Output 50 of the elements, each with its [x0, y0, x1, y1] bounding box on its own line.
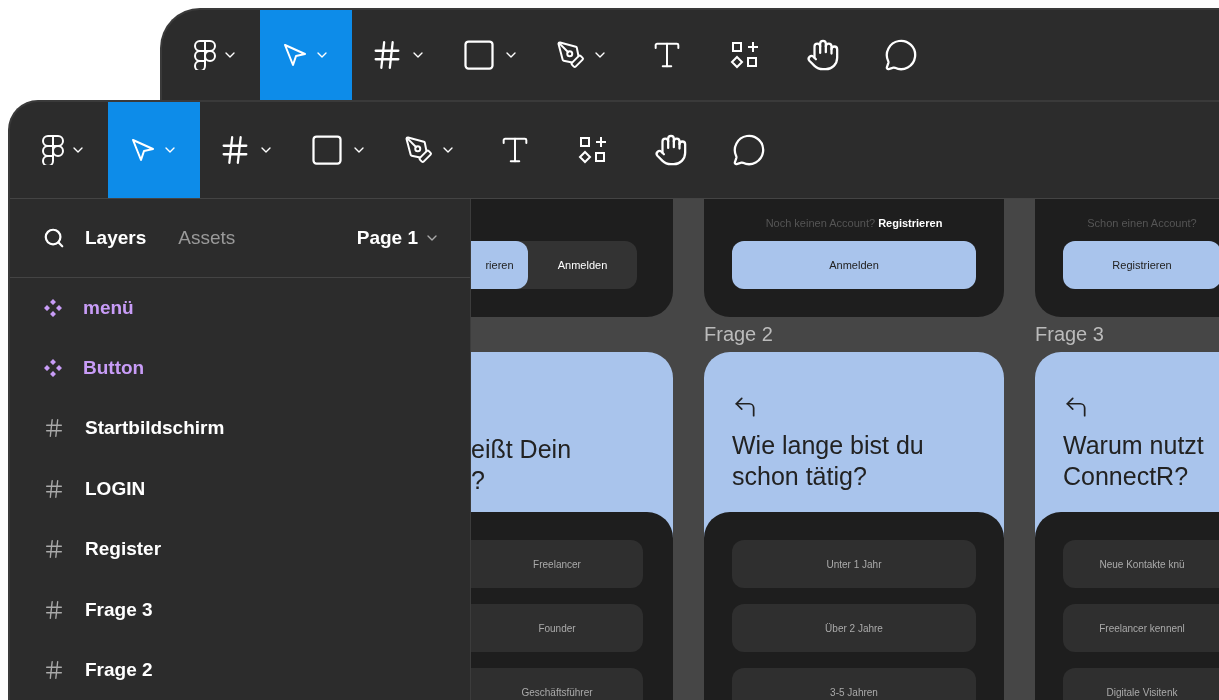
rectangle-icon	[309, 132, 345, 168]
pointer-icon	[282, 42, 308, 68]
pen-icon	[556, 40, 586, 70]
layer-item[interactable]: Startbildschirm	[85, 417, 225, 440]
layer-item[interactable]: LOGIN	[85, 477, 146, 500]
logo-icon	[42, 135, 64, 165]
layer-item[interactable]: Button	[83, 357, 145, 380]
answer-option[interactable]: Founder	[471, 604, 643, 652]
card-button[interactable]: Registrieren	[1063, 241, 1219, 289]
card-button[interactable]: rieren	[471, 241, 528, 289]
question-heading: Warum nutzt ConnectR?	[1063, 430, 1204, 492]
frame-icon	[43, 477, 65, 500]
answer-option[interactable]: Geschäftsführer	[471, 668, 643, 700]
answer-option[interactable]: Freelancer	[471, 540, 643, 588]
frame-label: Frage 2	[704, 323, 773, 346]
component-icon	[43, 358, 63, 379]
sidebar-tab[interactable]: Assets	[178, 226, 236, 249]
search-icon[interactable]	[43, 226, 65, 249]
rectangle-icon	[461, 37, 497, 73]
frame-icon	[43, 417, 65, 440]
frame-label: Frage 3	[1035, 323, 1104, 346]
shapes-icon	[730, 40, 760, 70]
page-selector[interactable]: Page 1	[356, 226, 440, 249]
component-icon	[43, 297, 63, 318]
question-heading: eißt Dein ?	[471, 434, 572, 496]
card-button[interactable]: Anmelden	[732, 241, 976, 289]
answer-option[interactable]: Über 2 Jahre	[732, 604, 976, 652]
hand-icon	[654, 133, 688, 167]
pointer-icon	[130, 137, 156, 163]
layer-item[interactable]: Frage 3	[85, 598, 153, 621]
frame-icon	[43, 538, 65, 561]
hand-icon	[806, 38, 840, 72]
pen-icon	[404, 135, 434, 165]
answer-option[interactable]: Neue Kontakte knü	[1063, 540, 1219, 588]
frame-icon	[43, 598, 65, 621]
answer-option[interactable]: Unter 1 Jahr	[732, 540, 976, 588]
frame-icon	[43, 658, 65, 681]
layer-item[interactable]: Register	[85, 538, 162, 561]
comment-icon	[732, 133, 766, 167]
shapes-icon	[578, 135, 608, 165]
logo-icon	[194, 40, 216, 70]
answer-option[interactable]: 3-5 Jahren	[732, 668, 976, 700]
layer-item[interactable]: Frage 2	[85, 658, 153, 681]
sidebar-tab[interactable]: Layers	[85, 226, 147, 249]
answer-option[interactable]: Freelancer kennenl	[1063, 604, 1219, 652]
layer-item[interactable]: menü	[83, 296, 134, 319]
question-heading: Wie lange bist du schon tätig?	[732, 430, 924, 492]
answer-option[interactable]: Digitale Visitenk	[1063, 668, 1219, 700]
comment-icon	[884, 38, 918, 72]
card-button[interactable]: Anmelden	[528, 241, 637, 289]
